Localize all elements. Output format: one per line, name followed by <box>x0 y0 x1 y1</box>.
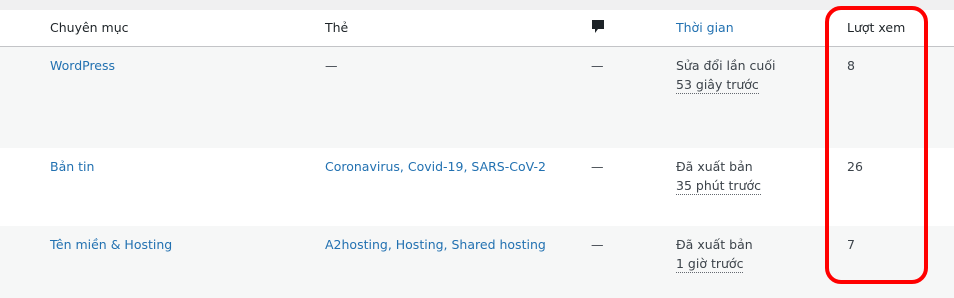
column-header-category[interactable]: Chuyên mục <box>50 18 129 37</box>
date-cell: Đã xuất bản 1 giờ trước <box>676 235 753 273</box>
column-header-date[interactable]: Thời gian <box>676 18 734 37</box>
comments-empty: — <box>591 237 604 252</box>
date-status: Đã xuất bản <box>676 237 753 252</box>
table-row: WordPress — — Sửa đổi lần cuối 53 giây t… <box>0 47 954 148</box>
comments-empty: — <box>591 159 604 174</box>
tags-empty: — <box>325 58 338 73</box>
date-relative: 1 giờ trước <box>676 256 744 273</box>
category-link[interactable]: Bản tin <box>50 157 94 176</box>
comment-icon <box>591 19 605 35</box>
category-link[interactable]: Tên miền & Hosting <box>50 235 172 254</box>
date-status: Đã xuất bản <box>676 159 753 174</box>
table-row: Tên miền & Hosting A2hosting, Hosting, S… <box>0 226 954 298</box>
posts-table: Chuyên mục Thẻ Thời gian Lượt xem WordPr… <box>0 10 954 298</box>
date-cell: Đã xuất bản 35 phút trước <box>676 157 762 195</box>
tags-links[interactable]: A2hosting, Hosting, Shared hosting <box>325 235 546 254</box>
date-status: Sửa đổi lần cuối <box>676 58 776 73</box>
tags-links[interactable]: Coronavirus, Covid-19, SARS-CoV-2 <box>325 157 546 176</box>
comments-empty: — <box>591 58 604 73</box>
category-link[interactable]: WordPress <box>50 56 115 75</box>
column-header-tags: Thẻ <box>325 20 349 35</box>
date-relative: 35 phút trước <box>676 178 762 195</box>
table-row: Bản tin Coronavirus, Covid-19, SARS-CoV-… <box>0 148 954 226</box>
date-relative: 53 giây trước <box>676 77 759 94</box>
views-column-highlight <box>825 6 928 284</box>
date-cell: Sửa đổi lần cuối 53 giây trước <box>676 56 775 94</box>
table-header: Chuyên mục Thẻ Thời gian Lượt xem <box>0 10 954 47</box>
